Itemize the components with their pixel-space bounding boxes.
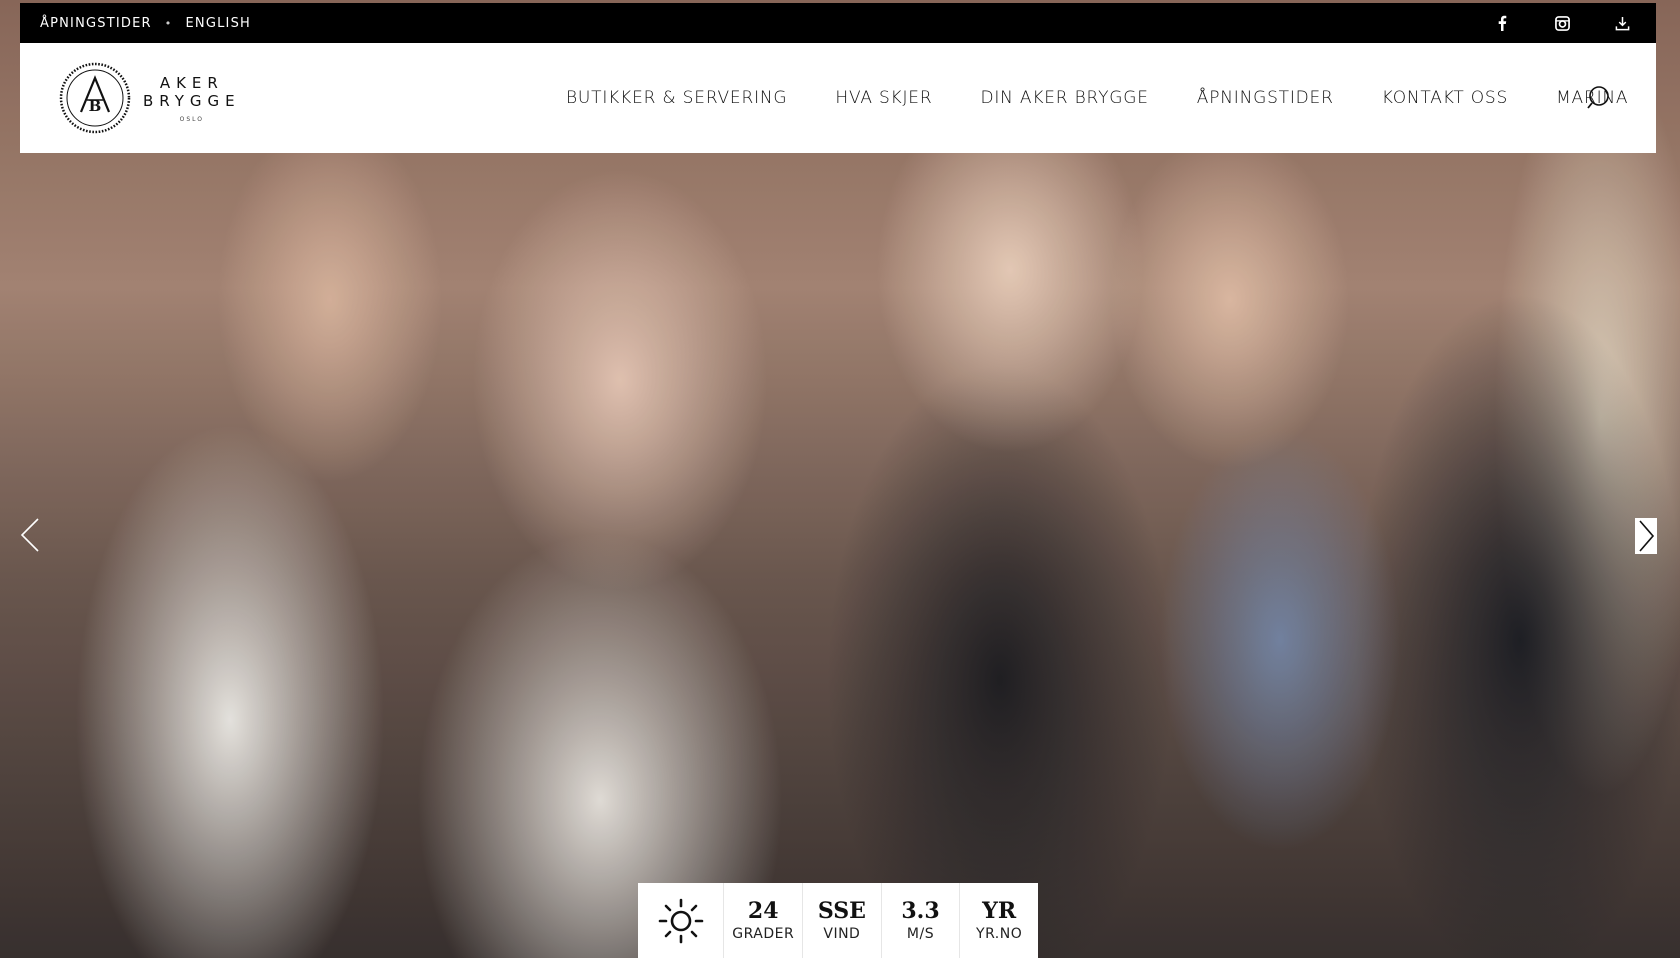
- source-value: YR: [982, 898, 1017, 924]
- weather-wind-speed: 3.3 M/S: [882, 883, 961, 958]
- main-nav: BUTIKKER & SERVERING HVA SKJER DIN AKER …: [566, 43, 1628, 153]
- nav-item-shops-dining[interactable]: BUTIKKER & SERVERING: [566, 88, 787, 108]
- wind-direction-label: VIND: [823, 926, 861, 942]
- instagram-icon[interactable]: [1554, 15, 1570, 31]
- weather-icon-cell: [638, 883, 725, 958]
- separator-dot: •: [164, 16, 173, 30]
- top-utility-bar: ÅPNINGSTIDER • ENGLISH: [20, 3, 1656, 43]
- temperature-label: GRADER: [732, 926, 795, 942]
- weather-wind-direction: SSE VIND: [803, 883, 882, 958]
- utility-links: ÅPNINGSTIDER • ENGLISH: [40, 16, 251, 31]
- utility-link-english[interactable]: ENGLISH: [185, 16, 251, 31]
- chevron-left-icon[interactable]: [16, 515, 44, 555]
- nav-item-your-aker-brygge[interactable]: DIN AKER BRYGGE: [980, 88, 1148, 108]
- svg-text:B: B: [89, 97, 102, 115]
- main-header: B AKER BRYGGE OSLO BUTIKKER & SERVERING …: [20, 43, 1656, 153]
- weather-widget: 24 GRADER SSE VIND 3.3 M/S YR YR.NO: [638, 883, 1038, 958]
- logo[interactable]: B AKER BRYGGE OSLO: [59, 62, 241, 134]
- nav-item-whats-on[interactable]: HVA SKJER: [835, 88, 932, 108]
- search-icon[interactable]: [1587, 85, 1613, 111]
- wind-direction-value: SSE: [817, 898, 866, 924]
- logo-line-1: AKER: [159, 73, 224, 92]
- logo-wordmark: AKER BRYGGE OSLO: [143, 74, 241, 123]
- wind-speed-label: M/S: [906, 926, 935, 942]
- nav-item-contact[interactable]: KONTAKT OSS: [1382, 88, 1508, 108]
- sun-icon: [658, 898, 704, 943]
- facebook-icon[interactable]: [1494, 15, 1510, 31]
- logo-line-3: OSLO: [179, 115, 205, 123]
- weather-source[interactable]: YR YR.NO: [960, 883, 1038, 958]
- download-icon[interactable]: [1614, 15, 1630, 31]
- temperature-value: 24: [747, 898, 779, 924]
- utility-link-opening-hours[interactable]: ÅPNINGSTIDER: [40, 16, 152, 31]
- logo-monogram-icon: B: [59, 62, 131, 134]
- logo-line-2: BRYGGE: [143, 91, 241, 110]
- source-label: YR.NO: [976, 926, 1023, 942]
- wind-speed-value: 3.3: [901, 898, 940, 924]
- weather-temperature: 24 GRADER: [724, 883, 804, 958]
- chevron-right-icon[interactable]: [1635, 518, 1657, 554]
- social-links: [1494, 15, 1630, 31]
- nav-item-opening-hours[interactable]: ÅPNINGSTIDER: [1197, 88, 1334, 108]
